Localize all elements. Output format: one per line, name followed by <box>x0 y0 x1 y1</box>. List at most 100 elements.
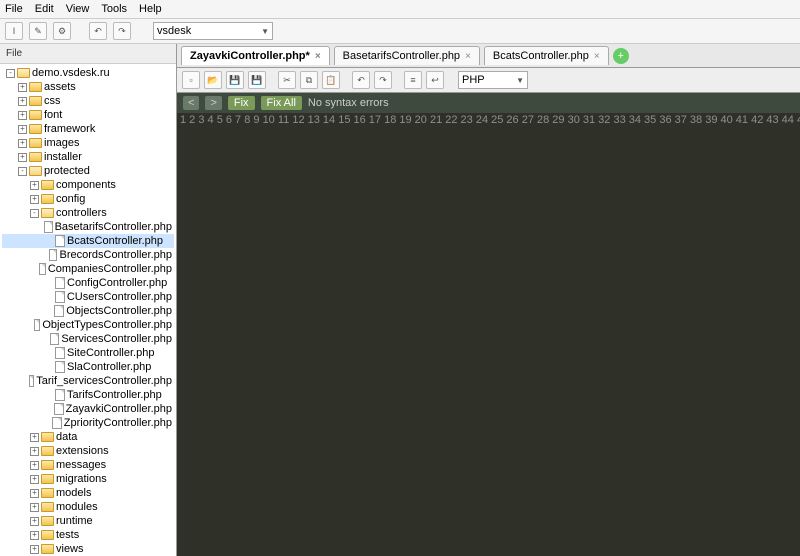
expand-icon[interactable]: + <box>18 139 27 148</box>
expand-icon[interactable]: + <box>30 489 39 498</box>
folder-icon <box>41 460 54 470</box>
tree-node[interactable]: SiteController.php <box>2 346 174 360</box>
tree-label: images <box>44 136 79 150</box>
italic-button[interactable]: I <box>5 22 23 40</box>
tree-node[interactable]: +assets <box>2 80 174 94</box>
tree-node[interactable]: +models <box>2 486 174 500</box>
fix-button[interactable]: Fix <box>228 96 255 110</box>
expand-icon[interactable]: + <box>30 503 39 512</box>
tree-node[interactable]: SlaController.php <box>2 360 174 374</box>
tree-node[interactable]: +installer <box>2 150 174 164</box>
expand-icon[interactable]: + <box>30 433 39 442</box>
tree-node[interactable]: +components <box>2 178 174 192</box>
folder-icon <box>41 488 54 498</box>
file-tree[interactable]: -demo.vsdesk.ru+assets+css+font+framewor… <box>0 64 176 556</box>
close-icon[interactable]: × <box>594 51 600 62</box>
redo-button[interactable]: ↷ <box>113 22 131 40</box>
expand-icon[interactable]: + <box>30 195 39 204</box>
editor-tabs: ZayavkiController.php*×BasetarifsControl… <box>177 44 800 68</box>
tree-node[interactable]: ConfigController.php <box>2 276 174 290</box>
tree-node[interactable]: +tests <box>2 528 174 542</box>
paste-icon[interactable]: 📋 <box>322 71 340 89</box>
tree-node[interactable]: ZpriorityController.php <box>2 416 174 430</box>
close-icon[interactable]: × <box>315 51 321 62</box>
tree-node[interactable]: ObjectTypesController.php <box>2 318 174 332</box>
tree-node[interactable]: -controllers <box>2 206 174 220</box>
new-tab-button[interactable]: + <box>613 48 629 64</box>
format-icon[interactable]: ≡ <box>404 71 422 89</box>
expand-icon[interactable]: + <box>18 97 27 106</box>
tree-node[interactable]: +font <box>2 108 174 122</box>
save-all-icon[interactable]: 💾 <box>248 71 266 89</box>
editor-tab[interactable]: BcatsController.php× <box>484 46 609 65</box>
tree-node[interactable]: +data <box>2 430 174 444</box>
menu-help[interactable]: Help <box>139 3 162 15</box>
syntax-next[interactable]: > <box>205 96 221 110</box>
editor-tab[interactable]: ZayavkiController.php*× <box>181 46 330 65</box>
tree-node[interactable]: - protected <box>2 164 174 178</box>
tree-node[interactable]: +runtime <box>2 514 174 528</box>
folder-icon <box>41 530 54 540</box>
expand-icon[interactable]: + <box>18 125 27 134</box>
syntax-prev[interactable]: < <box>183 96 199 110</box>
expand-icon[interactable]: + <box>30 545 39 554</box>
expand-icon[interactable]: + <box>30 447 39 456</box>
expand-icon[interactable]: + <box>18 153 27 162</box>
tree-node[interactable]: ObjectsController.php <box>2 304 174 318</box>
file-icon <box>29 375 35 387</box>
tree-node[interactable]: +messages <box>2 458 174 472</box>
wand-button[interactable]: ✎ <box>29 22 47 40</box>
tree-node[interactable]: ZayavkiController.php <box>2 402 174 416</box>
menu-view[interactable]: View <box>66 3 90 15</box>
open-file-icon[interactable]: 📂 <box>204 71 222 89</box>
menu-edit[interactable]: Edit <box>35 3 54 15</box>
tree-node[interactable]: BcatsController.php <box>2 234 174 248</box>
tree-node[interactable]: Tarif_servicesController.php <box>2 374 174 388</box>
new-file-icon[interactable]: ▫ <box>182 71 200 89</box>
expand-icon[interactable]: + <box>30 475 39 484</box>
tree-node[interactable]: ServicesController.php <box>2 332 174 346</box>
redo-icon[interactable]: ↷ <box>374 71 392 89</box>
language-select[interactable]: PHP▼ <box>458 71 528 89</box>
expand-icon[interactable]: + <box>30 531 39 540</box>
expand-icon[interactable]: - <box>18 167 27 176</box>
editor-tab[interactable]: BasetarifsController.php× <box>334 46 480 65</box>
undo-icon[interactable]: ↶ <box>352 71 370 89</box>
tree-node[interactable]: CUsersController.php <box>2 290 174 304</box>
close-icon[interactable]: × <box>465 51 471 62</box>
folder-icon <box>17 68 30 78</box>
menu-tools[interactable]: Tools <box>101 3 127 15</box>
tree-node[interactable]: +config <box>2 192 174 206</box>
tree-node[interactable]: BrecordsController.php <box>2 248 174 262</box>
tree-node[interactable]: +framework <box>2 122 174 136</box>
menu-file[interactable]: File <box>5 3 23 15</box>
expand-icon[interactable]: - <box>30 209 39 218</box>
expand-icon[interactable]: + <box>18 111 27 120</box>
expand-icon[interactable]: + <box>30 517 39 526</box>
undo-button[interactable]: ↶ <box>89 22 107 40</box>
menubar: File Edit View Tools Help <box>0 0 800 19</box>
code-editor[interactable]: 1 2 3 4 5 6 7 8 9 10 11 12 13 14 15 16 1… <box>177 113 800 556</box>
tree-node[interactable]: CompaniesController.php <box>2 262 174 276</box>
save-icon[interactable]: 💾 <box>226 71 244 89</box>
expand-icon[interactable]: - <box>6 69 15 78</box>
expand-icon[interactable]: + <box>30 181 39 190</box>
tree-node[interactable]: +migrations <box>2 472 174 486</box>
tree-node[interactable]: +css <box>2 94 174 108</box>
tree-node[interactable]: +extensions <box>2 444 174 458</box>
wrap-icon[interactable]: ↩ <box>426 71 444 89</box>
project-combo[interactable]: vsdesk▼ <box>153 22 273 40</box>
cut-icon[interactable]: ✂ <box>278 71 296 89</box>
tree-label: protected <box>44 164 90 178</box>
tree-node[interactable]: + images <box>2 136 174 150</box>
expand-icon[interactable]: + <box>18 83 27 92</box>
tree-node[interactable]: +views <box>2 542 174 556</box>
tree-node[interactable]: -demo.vsdesk.ru <box>2 66 174 80</box>
tree-node[interactable]: +modules <box>2 500 174 514</box>
tree-node[interactable]: BasetarifsController.php <box>2 220 174 234</box>
expand-icon[interactable]: + <box>30 461 39 470</box>
fixall-button[interactable]: Fix All <box>261 96 302 110</box>
copy-icon[interactable]: ⧉ <box>300 71 318 89</box>
tree-node[interactable]: TarifsController.php <box>2 388 174 402</box>
config-button[interactable]: ⚙ <box>53 22 71 40</box>
